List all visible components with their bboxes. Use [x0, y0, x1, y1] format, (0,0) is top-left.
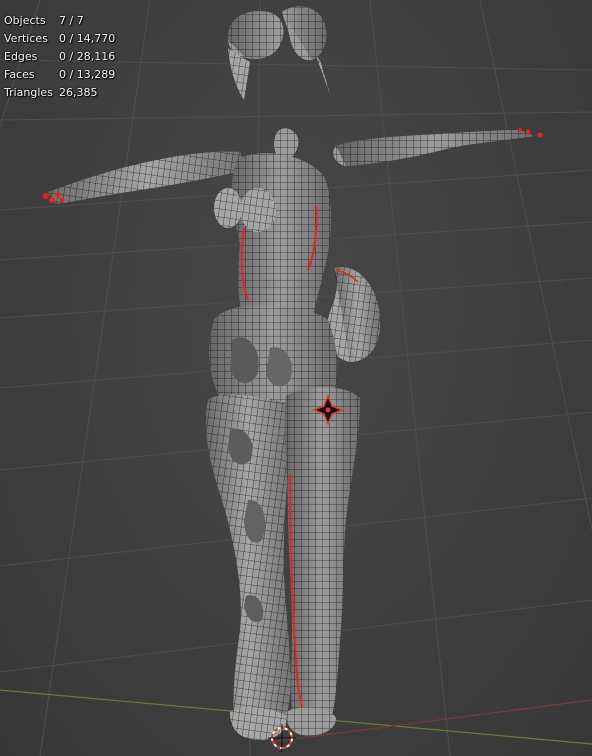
statistics-overlay: Objects 7 / 7 Vertices 0 / 14,770 Edges …: [4, 12, 115, 102]
right-leg-mesh[interactable]: [284, 387, 360, 724]
stat-value: 0 / 14,770: [59, 32, 116, 45]
left-arm-mesh[interactable]: [43, 151, 246, 204]
3d-viewport[interactable]: Objects 7 / 7 Vertices 0 / 14,770 Edges …: [0, 0, 592, 756]
stat-label: Objects: [4, 14, 46, 27]
right-arm-mesh[interactable]: [333, 128, 543, 166]
hair-mesh[interactable]: [227, 6, 330, 100]
stat-value: 0 / 13,289: [59, 68, 116, 81]
left-leg-mesh[interactable]: [205, 394, 291, 728]
stat-row-vertices: Vertices 0 / 14,770: [4, 30, 115, 48]
stat-row-edges: Edges 0 / 28,116: [4, 48, 115, 66]
stat-value: 0 / 28,116: [59, 50, 116, 63]
stat-row-faces: Faces 0 / 13,289: [4, 66, 115, 84]
stat-label: Vertices: [4, 32, 48, 45]
stat-label: Edges: [4, 50, 38, 63]
stat-label: Triangles: [4, 86, 53, 99]
stat-row-triangles: Triangles 26,385: [4, 84, 115, 102]
mesh-object[interactable]: [0, 0, 592, 756]
stat-value: 26,385: [59, 86, 98, 99]
stat-row-objects: Objects 7 / 7: [4, 12, 115, 30]
stat-label: Faces: [4, 68, 35, 81]
stat-value: 7 / 7: [59, 14, 84, 27]
